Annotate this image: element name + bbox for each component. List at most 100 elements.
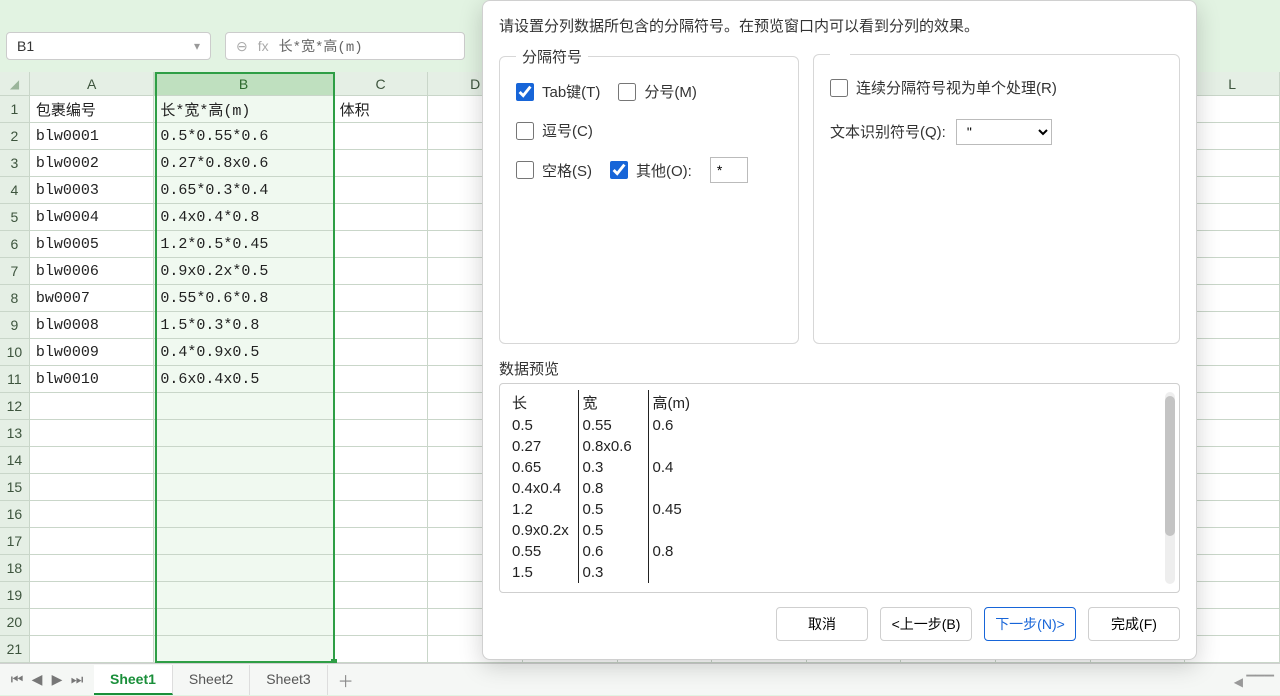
checkbox-tab[interactable]: Tab键(T) <box>516 81 600 102</box>
cell[interactable] <box>1185 609 1280 636</box>
cell[interactable] <box>154 447 333 474</box>
cell[interactable]: 1.5*0.3*0.8 <box>154 312 333 339</box>
checkbox-space[interactable]: 空格(S) <box>516 160 592 181</box>
finish-button[interactable]: 完成(F) <box>1088 607 1180 641</box>
row-header[interactable]: 3 <box>0 150 30 177</box>
cell[interactable] <box>334 123 429 150</box>
next-button[interactable]: 下一步(N)> <box>984 607 1076 641</box>
checkbox-consecutive[interactable]: 连续分隔符号视为单个处理(R) <box>830 77 1057 98</box>
cell[interactable]: blw0005 <box>30 231 155 258</box>
cell[interactable] <box>334 366 429 393</box>
cell[interactable]: blw0003 <box>30 177 155 204</box>
checkbox-semicolon-input[interactable] <box>618 83 636 101</box>
cell[interactable]: blw0004 <box>30 204 155 231</box>
cell[interactable] <box>154 609 333 636</box>
cell[interactable] <box>30 528 155 555</box>
column-header-C[interactable]: C <box>334 72 429 96</box>
row-header[interactable]: 19 <box>0 582 30 609</box>
cell[interactable] <box>334 312 429 339</box>
cancel-button[interactable]: 取消 <box>776 607 868 641</box>
row-header[interactable]: 14 <box>0 447 30 474</box>
cell[interactable]: 0.27*0.8x0.6 <box>154 150 333 177</box>
column-header-B[interactable]: B <box>154 72 333 96</box>
cell[interactable]: blw0008 <box>30 312 155 339</box>
row-header[interactable]: 5 <box>0 204 30 231</box>
cell[interactable] <box>154 474 333 501</box>
cell[interactable]: 包裹编号 <box>30 96 155 123</box>
cell[interactable]: 长*宽*高(m) <box>154 96 333 123</box>
sheet-nav-first[interactable]: ⏮ <box>8 671 26 688</box>
cell[interactable] <box>30 420 155 447</box>
cell[interactable] <box>1185 393 1280 420</box>
cell[interactable]: blw0002 <box>30 150 155 177</box>
cell[interactable]: blw0006 <box>30 258 155 285</box>
row-header[interactable]: 2 <box>0 123 30 150</box>
cell[interactable] <box>1185 447 1280 474</box>
sheet-tab-sheet1[interactable]: Sheet1 <box>94 665 173 695</box>
row-header[interactable]: 7 <box>0 258 30 285</box>
row-header[interactable]: 9 <box>0 312 30 339</box>
cell[interactable] <box>30 474 155 501</box>
cell[interactable] <box>1185 555 1280 582</box>
cell[interactable] <box>334 285 429 312</box>
cell[interactable] <box>30 609 155 636</box>
back-button[interactable]: <上一步(B) <box>880 607 972 641</box>
cell[interactable] <box>1185 501 1280 528</box>
row-header[interactable]: 15 <box>0 474 30 501</box>
checkbox-tab-input[interactable] <box>516 83 534 101</box>
sheet-nav-next[interactable]: ▶ <box>48 671 66 688</box>
cell[interactable] <box>1185 285 1280 312</box>
cell[interactable]: 0.9x0.2x*0.5 <box>154 258 333 285</box>
preview-scrollbar[interactable] <box>1165 392 1175 584</box>
cell[interactable] <box>154 528 333 555</box>
cell[interactable] <box>30 555 155 582</box>
row-header[interactable]: 1 <box>0 96 30 123</box>
cell[interactable] <box>30 501 155 528</box>
cell[interactable] <box>1185 177 1280 204</box>
cell[interactable] <box>334 555 429 582</box>
cell[interactable] <box>334 150 429 177</box>
cell[interactable]: 0.55*0.6*0.8 <box>154 285 333 312</box>
cell[interactable] <box>334 582 429 609</box>
row-header[interactable]: 6 <box>0 231 30 258</box>
column-header-A[interactable]: A <box>30 72 155 96</box>
checkbox-other-input[interactable] <box>610 161 628 179</box>
cell[interactable] <box>1185 123 1280 150</box>
cell[interactable] <box>334 258 429 285</box>
cell[interactable]: 0.65*0.3*0.4 <box>154 177 333 204</box>
row-header[interactable]: 20 <box>0 609 30 636</box>
cell[interactable] <box>1185 474 1280 501</box>
cell[interactable] <box>30 636 155 663</box>
cell[interactable] <box>154 555 333 582</box>
sheet-nav-prev[interactable]: ◀ <box>28 671 46 688</box>
cell[interactable] <box>1185 582 1280 609</box>
other-delimiter-input[interactable] <box>710 157 748 183</box>
cell[interactable] <box>334 609 429 636</box>
row-header[interactable]: 16 <box>0 501 30 528</box>
cell[interactable]: 0.6x0.4x0.5 <box>154 366 333 393</box>
preview-scrollbar-thumb[interactable] <box>1165 396 1175 536</box>
cell[interactable] <box>334 501 429 528</box>
cell[interactable] <box>334 231 429 258</box>
cell[interactable] <box>334 447 429 474</box>
row-header[interactable]: 13 <box>0 420 30 447</box>
cell[interactable] <box>334 204 429 231</box>
cell[interactable] <box>334 528 429 555</box>
cell[interactable] <box>1185 312 1280 339</box>
cell[interactable] <box>1185 366 1280 393</box>
cell[interactable] <box>334 393 429 420</box>
row-header[interactable]: 18 <box>0 555 30 582</box>
checkbox-semicolon[interactable]: 分号(M) <box>618 81 697 102</box>
row-header[interactable]: 8 <box>0 285 30 312</box>
cell[interactable]: 0.4*0.9x0.5 <box>154 339 333 366</box>
row-header[interactable]: 21 <box>0 636 30 663</box>
checkbox-consecutive-input[interactable] <box>830 79 848 97</box>
sheet-nav-last[interactable]: ⏭ <box>68 671 86 688</box>
cell[interactable] <box>1185 96 1280 123</box>
cell[interactable] <box>334 420 429 447</box>
cell[interactable] <box>1185 150 1280 177</box>
cell[interactable] <box>154 501 333 528</box>
row-header[interactable]: 10 <box>0 339 30 366</box>
checkbox-other[interactable]: 其他(O): <box>610 160 692 181</box>
cell[interactable]: 体积 <box>334 96 429 123</box>
